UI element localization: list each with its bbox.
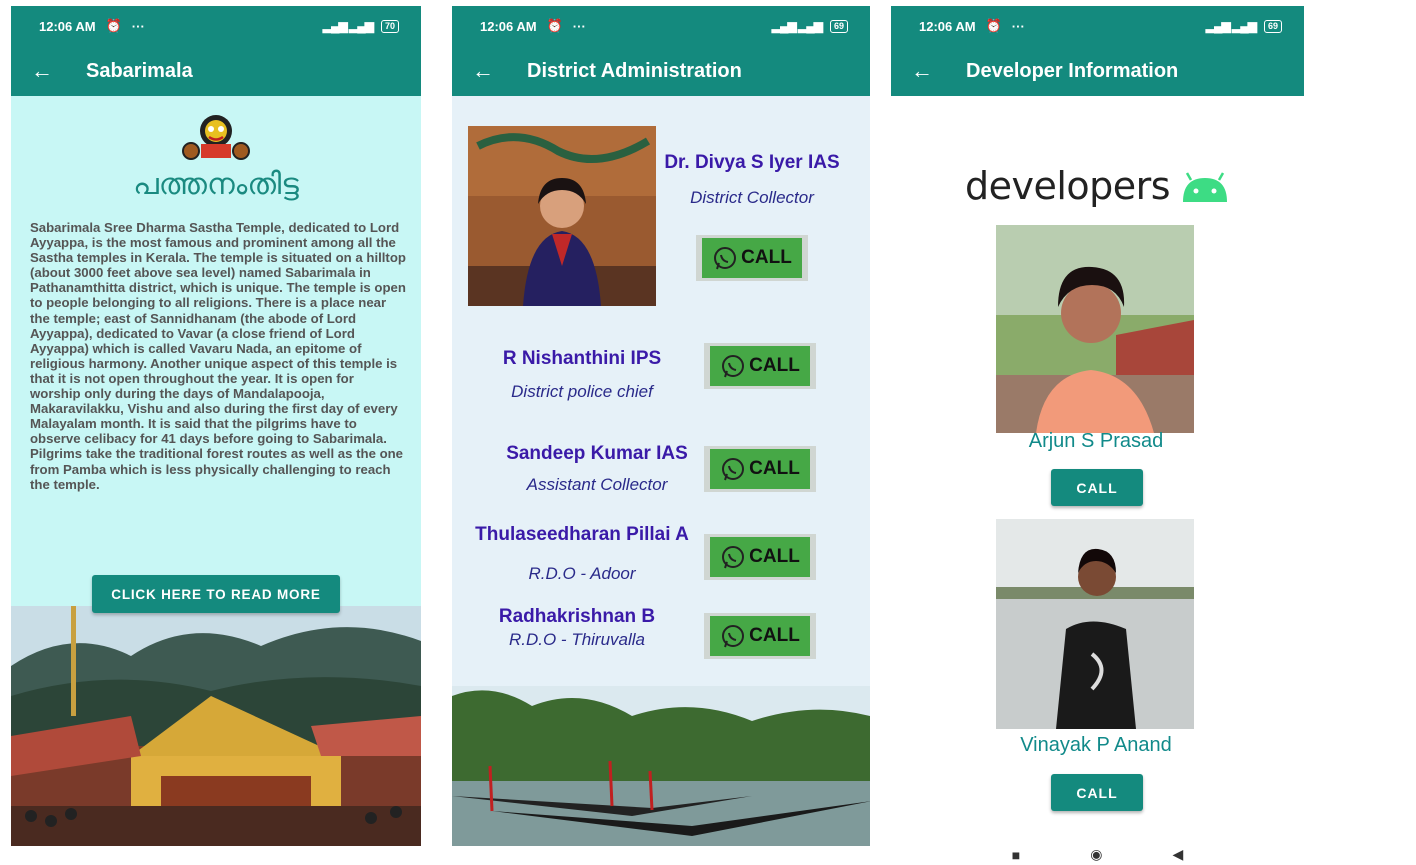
official-card: Dr. Divya S Iyer IAS District Collector — [652, 152, 852, 208]
call-label: CALL — [749, 458, 800, 479]
call-label: CALL — [749, 355, 800, 376]
whatsapp-icon — [722, 625, 745, 648]
official-name: Radhakrishnan B — [498, 606, 656, 627]
boat-race-image — [452, 686, 870, 846]
signal-icon: ▂▄▆ ▂▄▆ — [322, 19, 374, 33]
official-role: Assistant Collector — [526, 475, 668, 494]
page-title: Developer Information — [966, 59, 1179, 82]
developer-photo — [996, 519, 1194, 729]
status-icons: ▂▄▆ ▂▄▆ 70 — [323, 19, 399, 33]
call-label: CALL — [749, 546, 800, 567]
official-role: District police chief — [511, 382, 653, 401]
developer-call-button[interactable]: CALL — [1051, 469, 1143, 506]
screen-developer-info: 12:06 AM ⏰ ··· ▂▄▆ ▂▄▆ 69 ← Developer In… — [891, 6, 1304, 865]
status-icons: ▂▄▆ ▂▄▆ 69 — [1206, 19, 1282, 33]
temple-description: Sabarimala Sree Dharma Sastha Temple, de… — [30, 220, 406, 492]
developer-name: Vinayak P Anand — [1020, 734, 1172, 756]
nav-home-icon[interactable]: ◉ — [1090, 846, 1102, 863]
back-arrow-icon[interactable]: ← — [911, 58, 966, 84]
app-bar: ← Developer Information — [891, 46, 1304, 96]
back-arrow-icon[interactable]: ← — [472, 58, 527, 84]
whatsapp-icon — [722, 355, 745, 378]
more-icon: ··· — [131, 18, 145, 34]
signal-icon: ▂▄▆ ▂▄▆ — [1205, 19, 1257, 33]
whatsapp-icon — [714, 247, 737, 270]
whatsapp-icon — [722, 458, 745, 481]
official-name: Dr. Divya S Iyer IAS — [664, 152, 840, 173]
official-name: Sandeep Kumar IAS — [506, 443, 688, 464]
official-role: R.D.O - Thiruvalla — [508, 630, 646, 649]
status-bar: 12:06 AM ⏰ ··· ▂▄▆ ▂▄▆ 69 — [891, 6, 1304, 46]
call-button[interactable]: CALL — [704, 534, 816, 580]
page-title: Sabarimala — [86, 59, 193, 82]
whatsapp-icon — [722, 546, 745, 569]
temple-image — [11, 606, 421, 846]
official-card: Radhakrishnan B R.D.O - Thiruvalla — [467, 606, 687, 650]
call-label: CALL — [741, 247, 792, 268]
app-bar: ← Sabarimala — [11, 46, 421, 96]
pathanamthitta-logo: പത്തനംതിട്ട — [133, 115, 299, 202]
status-time: 12:06 AM — [480, 18, 537, 34]
nav-recent-icon[interactable]: ■ — [1012, 847, 1020, 863]
developer-call-button[interactable]: CALL — [1051, 774, 1143, 811]
developer-name: Arjun S Prasad — [1028, 430, 1164, 452]
system-nav-bar: ■ ◉ ◀ — [891, 844, 1304, 865]
official-card: Sandeep Kumar IAS Assistant Collector — [467, 443, 727, 495]
more-icon: ··· — [1011, 18, 1025, 34]
status-time: 12:06 AM — [919, 18, 976, 34]
official-card: R Nishanthini IPS District police chief — [467, 348, 697, 402]
call-label: CALL — [749, 625, 800, 646]
screen-district-admin: 12:06 AM ⏰ ··· ▂▄▆ ▂▄▆ 69 ← District Adm… — [452, 6, 870, 846]
status-bar: 12:06 AM ⏰ ··· ▂▄▆ ▂▄▆ 70 — [11, 6, 421, 46]
official-name: R Nishanthini IPS — [502, 348, 662, 369]
screen-sabarimala: 12:06 AM ⏰ ··· ▂▄▆ ▂▄▆ 70 ← Sabarimala പ… — [11, 6, 421, 846]
call-button[interactable]: CALL — [704, 343, 816, 389]
android-icon — [1183, 172, 1227, 202]
logo-text: പത്തനംതിട്ട — [133, 167, 299, 202]
battery-icon: 69 — [829, 19, 848, 33]
official-card: Thulaseedharan Pillai A R.D.O - Adoor — [462, 524, 702, 584]
back-arrow-icon[interactable]: ← — [31, 58, 86, 84]
status-time: 12:06 AM — [39, 18, 96, 34]
battery-icon: 70 — [380, 19, 399, 33]
developer-photo — [996, 225, 1194, 433]
call-button[interactable]: CALL — [704, 613, 816, 659]
status-bar: 12:06 AM ⏰ ··· ▂▄▆ ▂▄▆ 69 — [452, 6, 870, 46]
collector-photo — [468, 126, 656, 306]
nav-back-icon[interactable]: ◀ — [1172, 846, 1183, 863]
battery-icon: 69 — [1263, 19, 1282, 33]
app-bar: ← District Administration — [452, 46, 870, 96]
read-more-button[interactable]: CLICK HERE TO READ MORE — [92, 575, 340, 613]
official-name: Thulaseedharan Pillai A — [475, 524, 689, 545]
alarm-icon: ⏰ — [546, 18, 563, 33]
page-title: District Administration — [527, 59, 742, 82]
signal-icon: ▂▄▆ ▂▄▆ — [771, 19, 823, 33]
call-button[interactable]: CALL — [696, 235, 808, 281]
alarm-icon: ⏰ — [985, 18, 1002, 33]
developers-logo-text: developers — [965, 164, 1171, 208]
official-role: District Collector — [690, 188, 814, 207]
call-button[interactable]: CALL — [704, 446, 816, 492]
more-icon: ··· — [572, 18, 586, 34]
alarm-icon: ⏰ — [105, 18, 122, 33]
official-role: R.D.O - Adoor — [528, 564, 636, 583]
status-icons: ▂▄▆ ▂▄▆ 69 — [772, 19, 848, 33]
